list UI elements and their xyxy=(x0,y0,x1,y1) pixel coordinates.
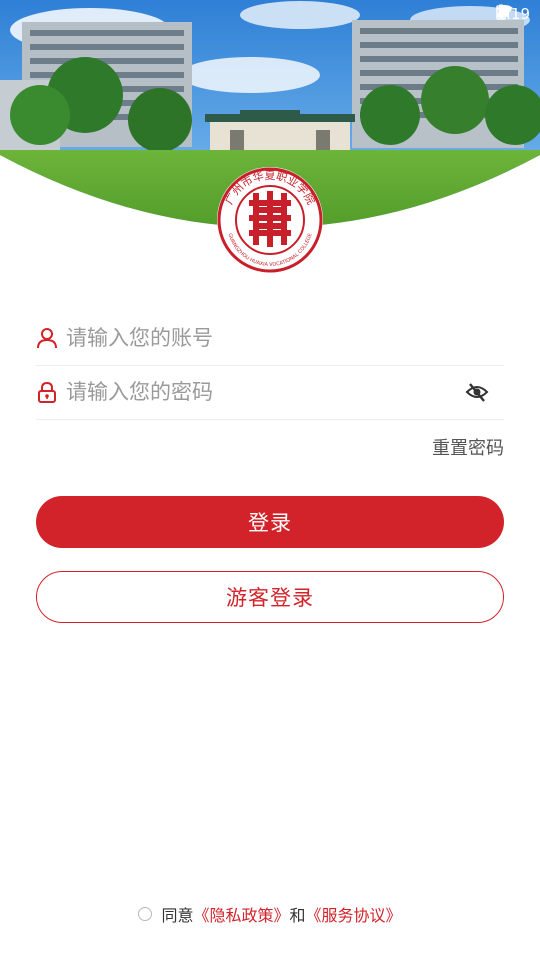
password-field[interactable] xyxy=(36,365,504,420)
service-agreement-link[interactable]: 《服务协议》 xyxy=(306,902,402,926)
login-button[interactable]: 登录 xyxy=(36,496,504,548)
school-seal-logo: 广州市华夏职业学院 GUANGZHOU HUAXIA VOCATIONAL CO… xyxy=(215,165,325,275)
privacy-policy-link[interactable]: 《隐私政策》 xyxy=(193,902,289,926)
user-outline-icon xyxy=(36,327,58,349)
agree-radio[interactable] xyxy=(138,907,153,921)
and-text: 和 xyxy=(289,906,306,925)
battery-icon xyxy=(496,4,507,20)
account-input[interactable] xyxy=(66,326,504,350)
eye-slash-icon[interactable] xyxy=(464,379,490,405)
guest-login-button[interactable]: 游客登录 xyxy=(36,571,504,623)
reset-password-link[interactable]: 重置密码 xyxy=(432,434,504,460)
lock-icon xyxy=(36,381,58,403)
agreement-row: 同意 《隐私政策》 和 《服务协议》 xyxy=(0,902,540,926)
agree-text: 同意 xyxy=(161,906,194,925)
password-input[interactable] xyxy=(66,380,464,404)
status-bar: 4:19 xyxy=(496,4,530,24)
account-field[interactable] xyxy=(36,311,504,366)
